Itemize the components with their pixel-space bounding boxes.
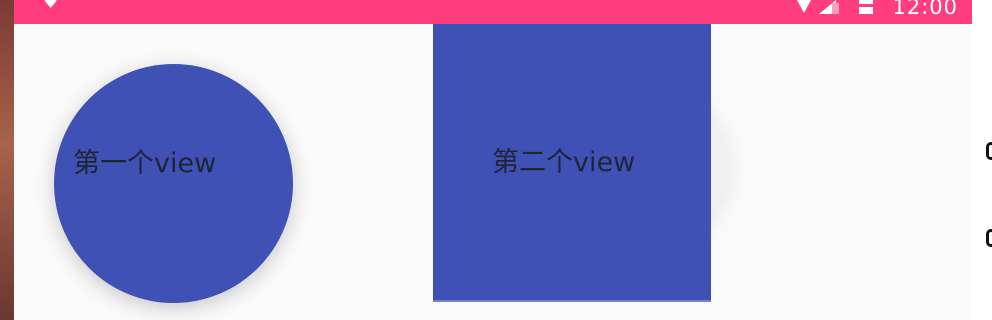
rotate-control-icon[interactable] [986, 142, 992, 160]
left-bezel [0, 0, 14, 320]
battery-icon [859, 0, 874, 14]
status-time: 12:00 [892, 0, 958, 19]
signal-icon [819, 0, 843, 14]
wifi-icon [796, 0, 812, 14]
second-square-view: 第二个view [433, 24, 711, 302]
side-control-icon[interactable] [986, 229, 992, 247]
second-view-label: 第二个view [492, 147, 636, 178]
emulator-frame: ♥ 12:00 第一个view 第二个view [0, 0, 992, 320]
status-icons: 12:00 [796, 0, 958, 19]
notification-icon: ♥ [43, 0, 59, 13]
first-circular-view: 第一个view [54, 64, 293, 303]
right-emulator-strip [972, 0, 992, 320]
device-screen: ♥ 12:00 第一个view 第二个view [14, 0, 972, 320]
first-view-label: 第一个view [73, 148, 217, 179]
status-bar: ♥ 12:00 [14, 0, 972, 24]
